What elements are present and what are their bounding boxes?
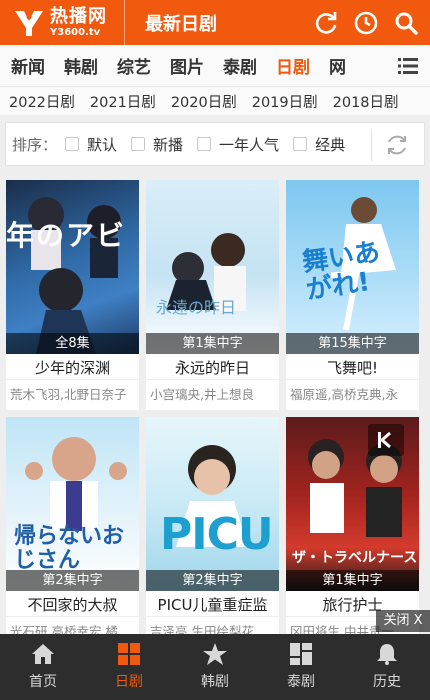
show-title[interactable]: 飞舞吧! [286, 357, 419, 378]
sort-option-popular[interactable]: 一年人气 [197, 134, 279, 155]
episode-badge: 第1集中字 [146, 333, 279, 354]
episode-badge: 第2集中字 [6, 570, 139, 591]
show-card[interactable]: PICU 第2集中字 PICU儿童重症监 吉泽亮,生田绘梨花 [146, 417, 279, 634]
poster-title-text: 帰らないおじさん [14, 524, 125, 573]
sort-option-new[interactable]: 新播 [131, 134, 183, 155]
nav-thai-drama[interactable]: 泰剧 [258, 634, 344, 700]
show-card[interactable]: 帰らないおじさん 第2集中字 不回家的大叔 光石研,高桥幸宏,橘 [6, 417, 139, 634]
show-title[interactable]: 少年的深渊 [6, 357, 139, 378]
cat-web[interactable]: 网 [329, 53, 346, 78]
poster-image[interactable]: 年のアビ 全8集 [6, 180, 139, 354]
poster-title-text: 永遠の昨日 [156, 298, 237, 317]
poster-image[interactable]: 帰らないおじさん 第2集中字 [6, 417, 139, 591]
cat-japanese[interactable]: 日剧 [276, 53, 310, 78]
checkbox[interactable] [197, 137, 212, 151]
poster-image[interactable]: PICU 第2集中字 [146, 417, 279, 591]
year-2018[interactable]: 2018日剧 [333, 91, 399, 112]
show-cast: 小宫璃央,井上想良 [150, 387, 254, 402]
sort-label: 排序： [12, 135, 58, 154]
bell-icon [377, 644, 397, 665]
collapse-arrow-button[interactable] [368, 424, 404, 456]
checkbox[interactable] [293, 137, 308, 151]
sort-option-classic[interactable]: 经典 [293, 134, 345, 155]
card-divider [146, 616, 279, 617]
poster-title-text: ザ・トラベルナース [292, 550, 418, 566]
year-2022[interactable]: 2022日剧 [9, 91, 75, 112]
show-card[interactable]: 年のアビ 全8集 少年的深渊 荒木飞羽,北野日奈子 [6, 180, 139, 410]
show-cast: 吉泽亮,生田绘梨花 [150, 624, 254, 634]
search-icon[interactable] [394, 11, 418, 35]
cat-korean[interactable]: 韩剧 [64, 53, 98, 78]
cat-pictures[interactable]: 图片 [170, 53, 204, 78]
cat-variety[interactable]: 综艺 [117, 53, 151, 78]
reload-icon[interactable] [384, 133, 410, 157]
cat-thai[interactable]: 泰剧 [223, 53, 257, 78]
nav-history[interactable]: 历史 [344, 634, 430, 700]
show-cast: 荒木飞羽,北野日奈子 [10, 387, 127, 402]
year-2019[interactable]: 2019日剧 [252, 91, 318, 112]
poster-image[interactable]: 永遠の昨日 第1集中字 [146, 180, 279, 354]
sort-option-default[interactable]: 默认 [65, 134, 117, 155]
poster-image[interactable]: 舞いあがれ! 第15集中字 [286, 180, 419, 354]
card-divider [6, 379, 139, 380]
show-title[interactable]: 不回家的大叔 [6, 594, 139, 615]
sort-bar: 排序： 默认 新播 一年人气 经典 [5, 122, 425, 166]
app-header: 热播网 Y3600.tv 最新日剧 [0, 0, 430, 45]
nav-japanese-drama[interactable]: 日剧 [86, 634, 172, 700]
poster-title-text: 年のアビ [6, 219, 127, 252]
checkbox[interactable] [65, 137, 80, 151]
episode-badge: 第2集中字 [146, 570, 279, 591]
episode-badge: 全8集 [6, 333, 139, 354]
brand-domain: Y3600.tv [50, 26, 101, 38]
card-divider [286, 379, 419, 380]
show-title[interactable]: 永远的昨日 [146, 357, 279, 378]
year-2021[interactable]: 2021日剧 [90, 91, 156, 112]
category-nav: 新闻 韩剧 综艺 图片 泰剧 日剧 网 [0, 45, 430, 87]
refresh-icon[interactable] [314, 11, 338, 35]
cat-news[interactable]: 新闻 [11, 53, 45, 78]
show-card[interactable]: 永遠の昨日 第1集中字 永远的昨日 小宫璃央,井上想良 [146, 180, 279, 410]
show-cast: 福原遥,高桥克典,永 [290, 387, 398, 402]
show-title[interactable]: PICU儿童重症监 [146, 594, 279, 615]
page-title: 最新日剧 [145, 13, 217, 35]
bottom-nav: 首页 日剧 韩剧 泰剧 历史 [0, 634, 430, 700]
year-filter-bar: 2022日剧 2021日剧 2020日剧 2019日剧 2018日剧 [0, 87, 430, 115]
brand-name: 热播网 [50, 5, 107, 27]
menu-list-icon[interactable] [398, 57, 418, 75]
grid-icon [118, 643, 140, 665]
nav-home[interactable]: 首页 [0, 634, 86, 700]
logo-mark-icon [15, 10, 43, 36]
tiles-icon [290, 643, 312, 665]
card-divider [146, 379, 279, 380]
poster-title-text: PICU [160, 509, 274, 560]
episode-badge: 第1集中字 [286, 570, 419, 591]
show-cast: 光石研,高桥幸宏,橘 [10, 624, 118, 634]
home-icon [32, 644, 54, 664]
show-card[interactable]: 舞いあがれ! 第15集中字 飞舞吧! 福原遥,高桥克典,永 [286, 180, 419, 410]
checkbox[interactable] [131, 137, 146, 151]
logo[interactable]: 热播网 Y3600.tv [12, 5, 124, 38]
close-ad-button[interactable]: 关闭 X [376, 610, 430, 632]
card-divider [6, 616, 139, 617]
header-divider [124, 0, 125, 45]
year-2020[interactable]: 2020日剧 [171, 91, 237, 112]
episode-badge: 第15集中字 [286, 333, 419, 354]
history-clock-icon[interactable] [354, 11, 378, 35]
arrow-left-bar-icon [378, 431, 391, 449]
star-icon [203, 643, 227, 665]
nav-korean-drama[interactable]: 韩剧 [172, 634, 258, 700]
sort-divider [371, 129, 372, 161]
